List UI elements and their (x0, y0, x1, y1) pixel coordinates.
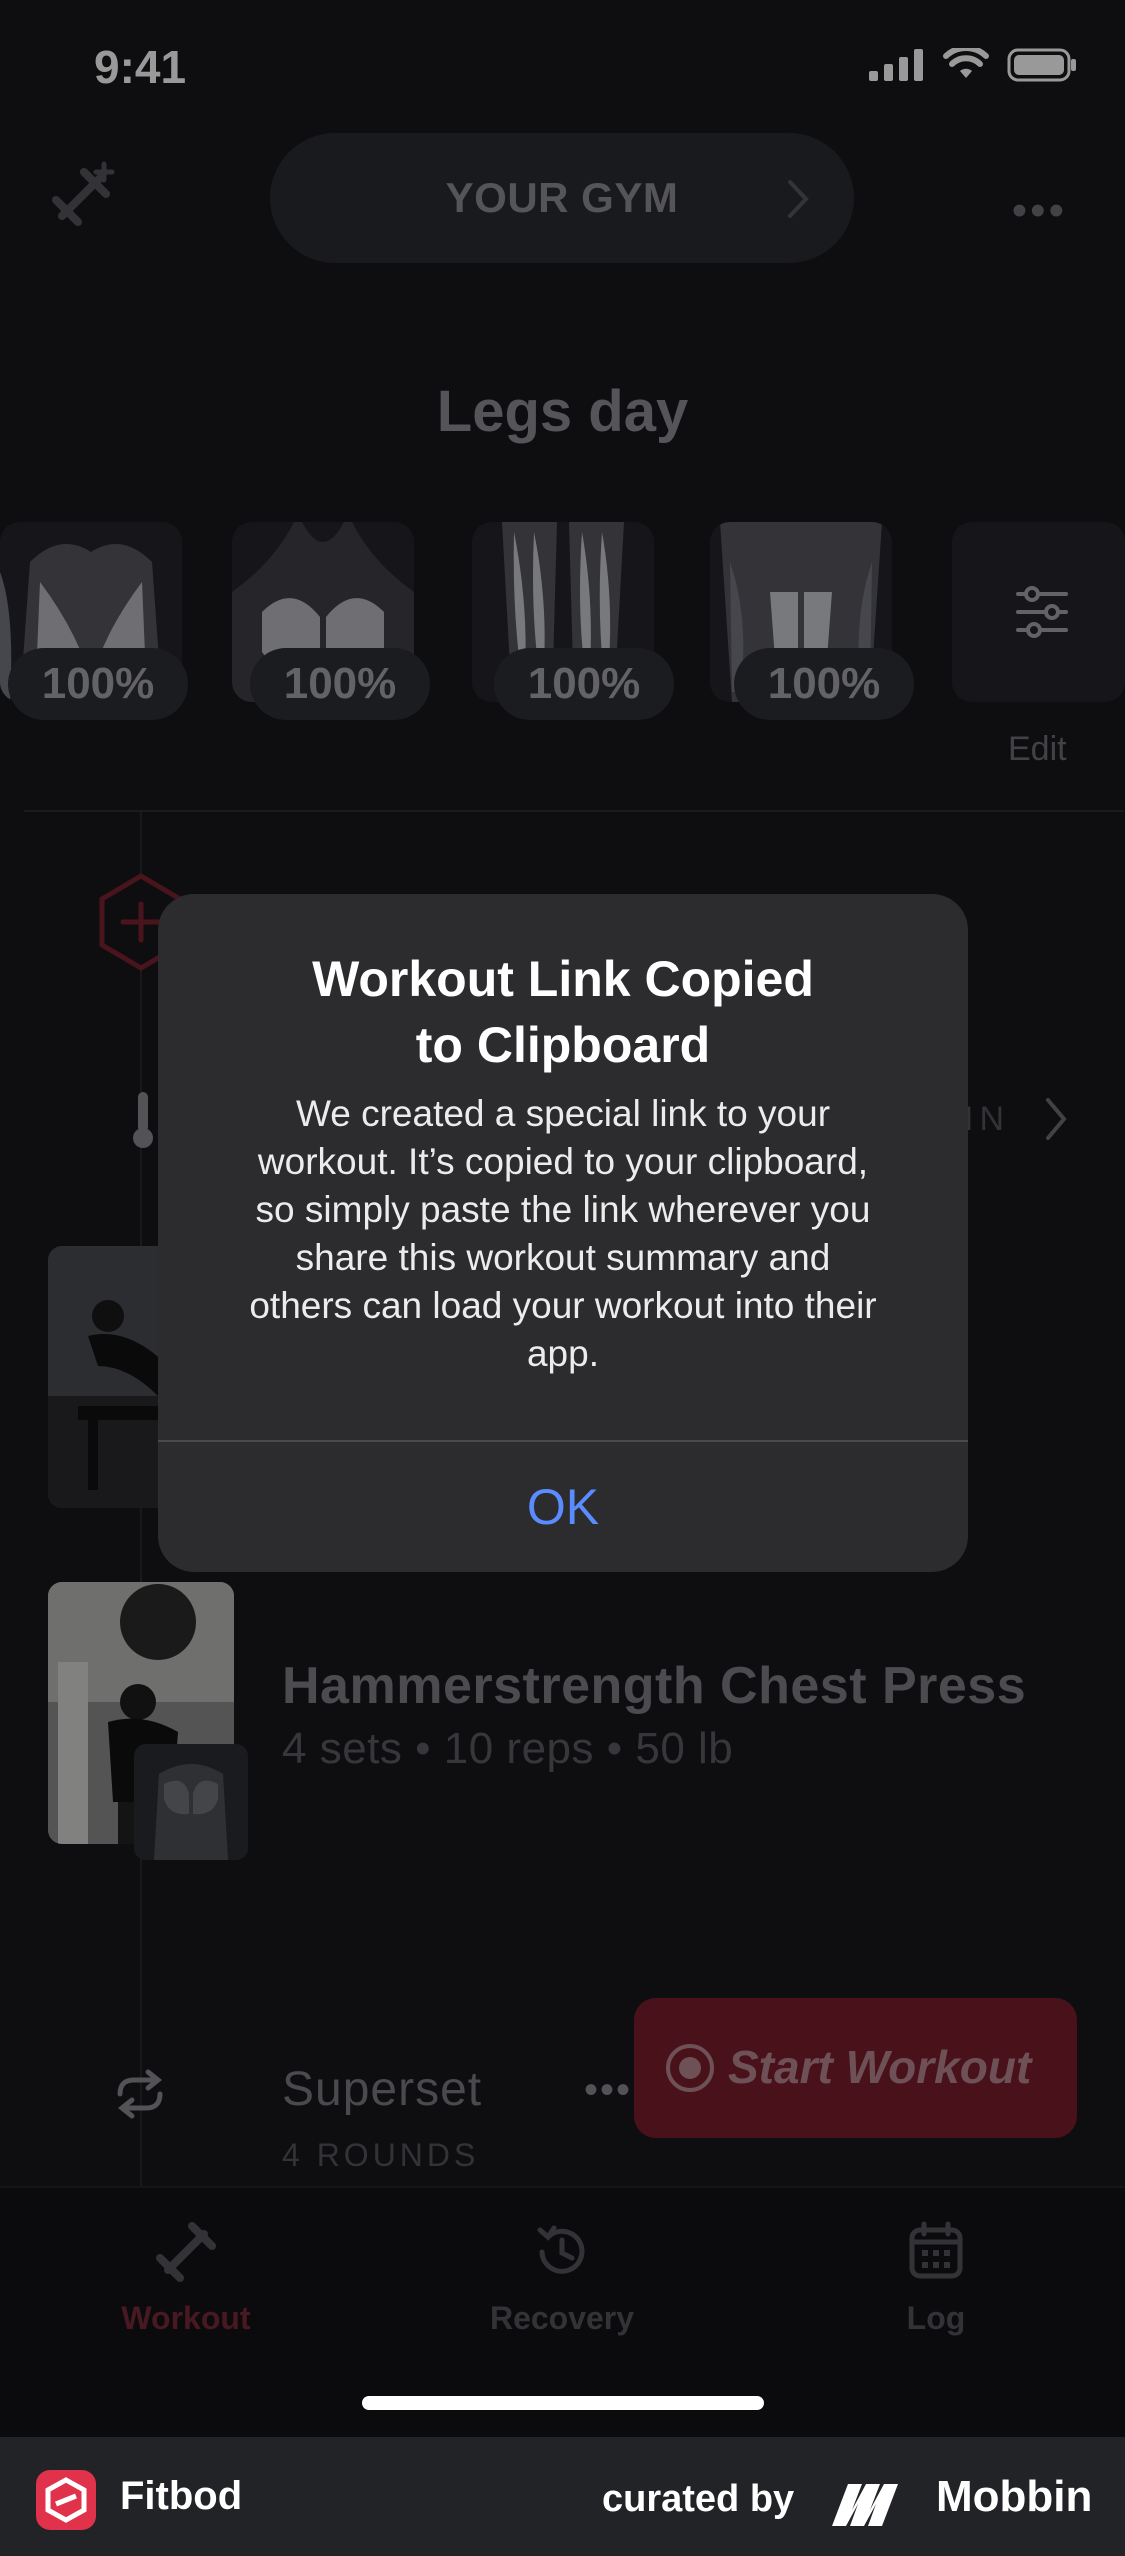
dialog-ok-button[interactable]: OK (158, 1442, 968, 1572)
dialog-message-line: workout. It’s copied to your clipboard, (257, 1141, 869, 1182)
alert-dialog: Workout Link Copied to Clipboard We crea… (158, 894, 968, 1572)
dialog-title-line: to Clipboard (415, 1017, 711, 1073)
dialog-title-line: Workout Link Copied (312, 951, 814, 1007)
dialog-message-line: We created a special link to your (295, 1093, 831, 1134)
app-screen: 9:41 YOUR GYM ••• Legs day 100% 100% 100… (0, 0, 1125, 2437)
dialog-message-line: so simply paste the link wherever you (255, 1189, 871, 1230)
curated-by-label: curated by (602, 2478, 795, 2520)
dialog-message-line: app. (526, 1333, 599, 1374)
dialog-message: We created a special link to your workou… (208, 1090, 918, 1378)
app-name: Fitbod (120, 2474, 243, 2518)
fitbod-logo-icon (36, 2470, 96, 2530)
home-indicator[interactable] (362, 2396, 764, 2410)
mobbin-logo-icon (832, 2484, 898, 2526)
dialog-message-line: others can load your workout into their (249, 1285, 877, 1326)
dialog-message-line: share this workout summary and (295, 1237, 831, 1278)
dialog-title: Workout Link Copied to Clipboard (158, 946, 968, 1078)
mobbin-brand: Mobbin (936, 2472, 1093, 2521)
